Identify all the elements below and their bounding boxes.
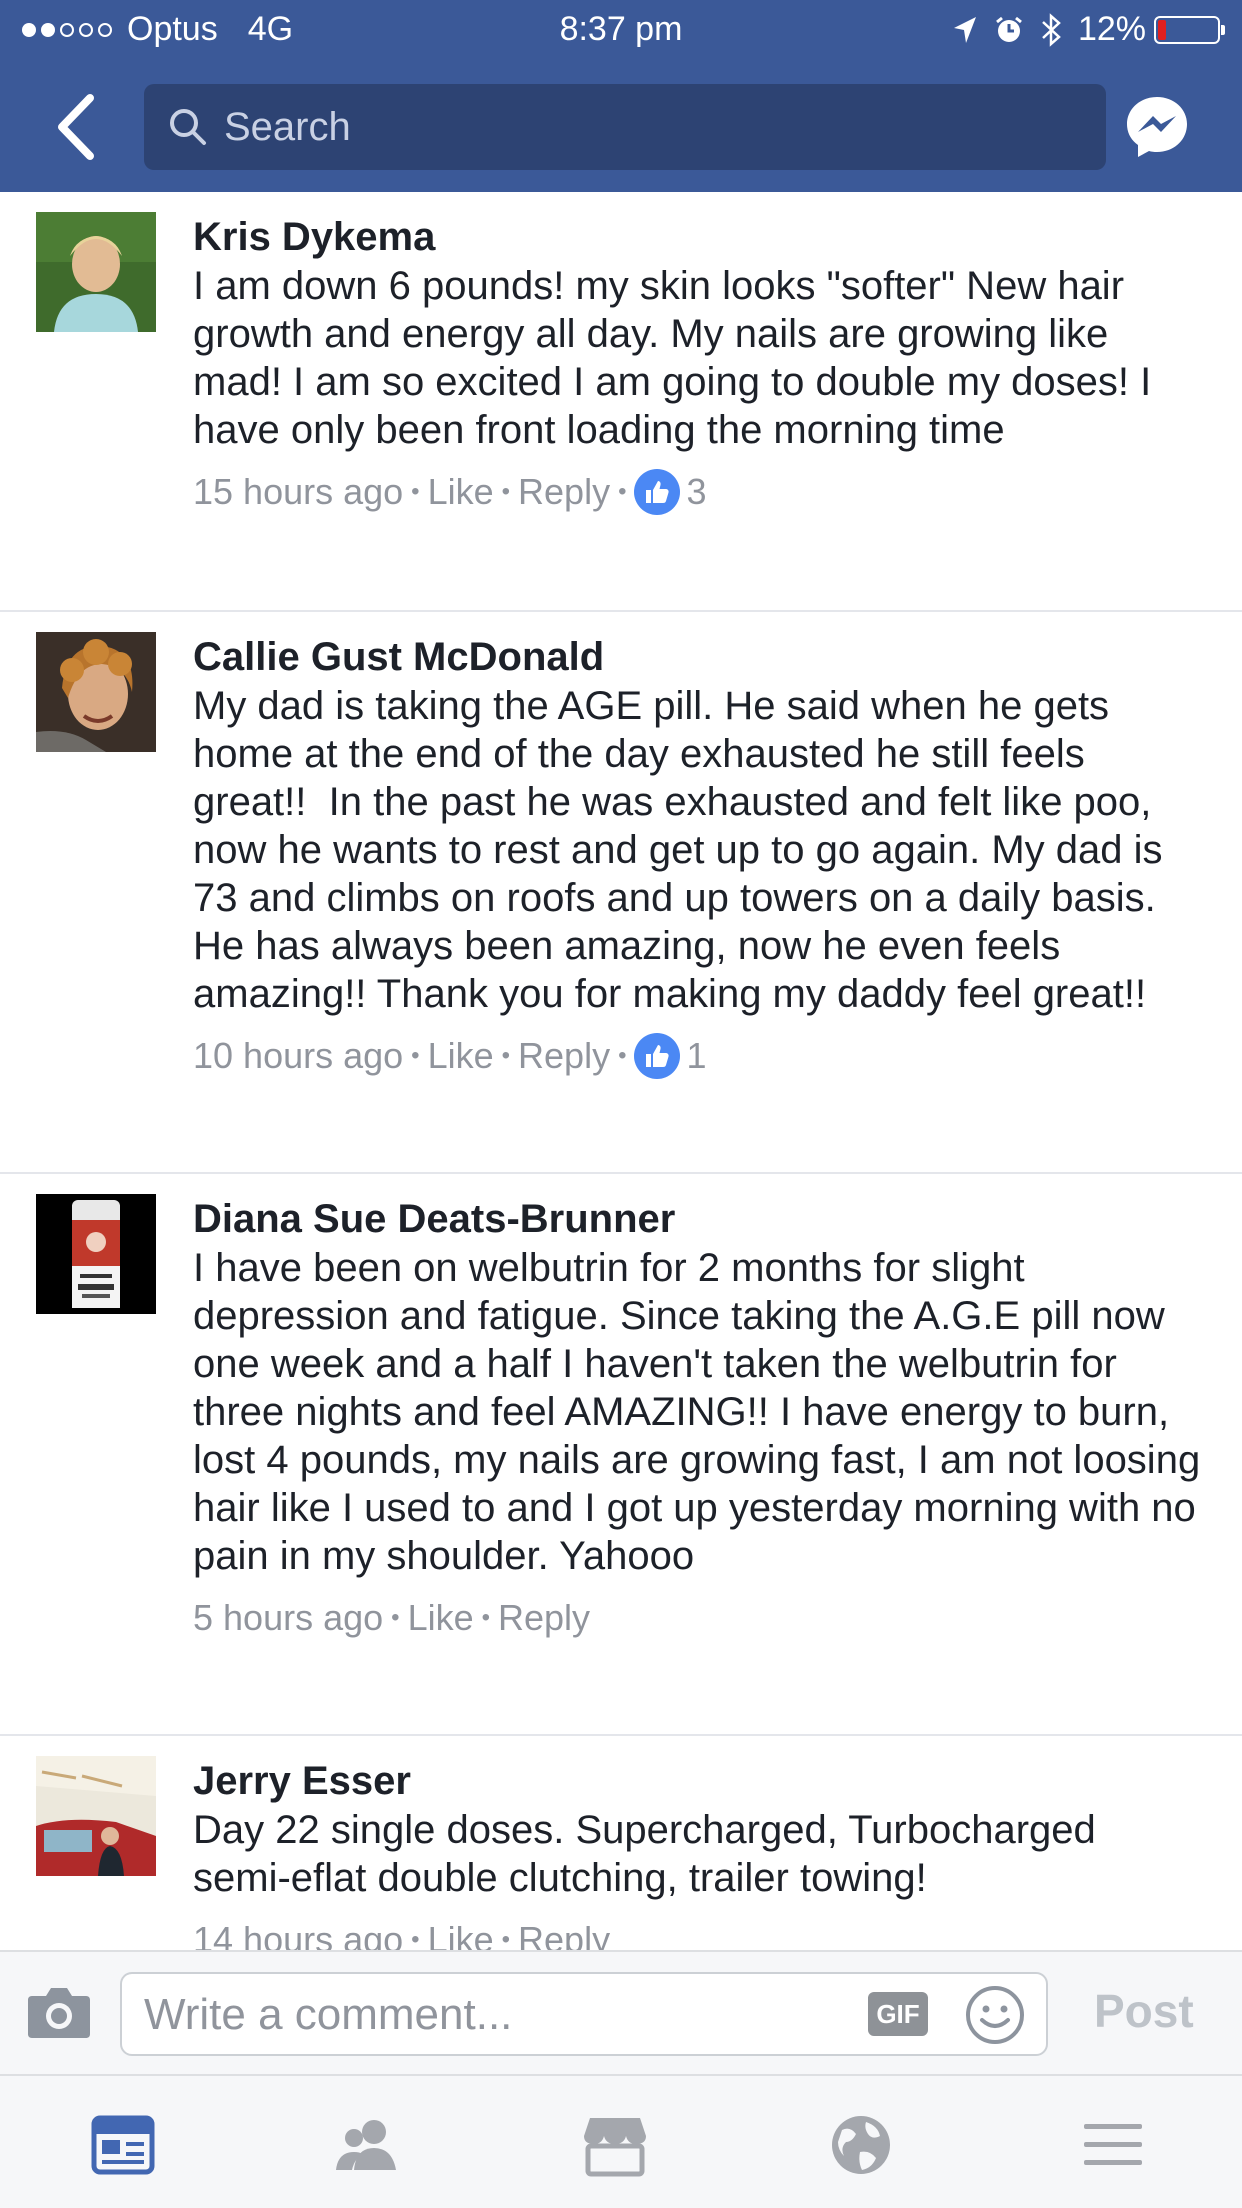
battery-percent: 12% <box>1077 10 1146 48</box>
like-link[interactable]: Like <box>408 1594 474 1642</box>
comment-text: I am down 6 pounds! my skin looks "softe… <box>193 264 1163 452</box>
search-icon <box>170 109 206 145</box>
comment-timestamp: 10 hours ago <box>193 1035 404 1076</box>
tab-bar <box>0 2074 1242 2208</box>
comment-item: Kris Dykema I am down 6 pounds! my skin … <box>0 192 1242 612</box>
comment-item: Jerry Esser Day 22 single doses. Superch… <box>0 1736 1242 1950</box>
like-link[interactable]: Like <box>428 468 494 516</box>
comment-timestamp: 5 hours ago <box>193 1597 384 1638</box>
comment-meta: 15 hours ago • Like • Reply • 3 <box>193 468 1202 516</box>
messenger-icon[interactable] <box>1124 94 1190 160</box>
comment-text: I have been on welbutrin for 2 months fo… <box>193 1246 1212 1578</box>
comment-meta: 14 hours ago • Like • Reply <box>193 1916 1202 1950</box>
reply-link[interactable]: Reply <box>518 468 610 516</box>
avatar[interactable] <box>36 212 156 332</box>
battery-icon <box>1154 15 1225 44</box>
comment-item: Callie Gust McDonald My dad is taking th… <box>0 612 1242 1174</box>
camera-icon[interactable] <box>26 1982 92 2042</box>
marketplace-icon[interactable] <box>580 2112 650 2178</box>
avatar[interactable] <box>36 1756 156 1876</box>
app-header: Optus 4G 8:37 pm 12% Search <box>0 0 1242 192</box>
commenter-name[interactable]: Diana Sue Deats-Brunner <box>193 1194 1202 1244</box>
notifications-globe-icon[interactable] <box>826 2112 896 2178</box>
commenter-name[interactable]: Kris Dykema <box>193 212 1202 262</box>
like-link[interactable]: Like <box>428 1032 494 1080</box>
reply-link[interactable]: Reply <box>498 1594 590 1642</box>
comment-composer: Write a comment... GIF Post <box>0 1950 1242 2076</box>
smiley-icon[interactable] <box>964 1984 1026 2046</box>
comment-item: Diana Sue Deats-Brunner I have been on w… <box>0 1174 1242 1736</box>
search-placeholder: Search <box>224 104 351 149</box>
thumbs-up-icon[interactable] <box>634 469 681 515</box>
comment-timestamp: 14 hours ago <box>193 1919 404 1950</box>
commenter-name[interactable]: Callie Gust McDonald <box>193 632 1202 682</box>
avatar[interactable] <box>36 632 156 752</box>
friends-icon[interactable] <box>332 2112 402 2178</box>
bluetooth-icon <box>1042 12 1061 47</box>
back-chevron-icon[interactable] <box>52 92 102 162</box>
comment-meta: 5 hours ago • Like • Reply <box>193 1594 1202 1642</box>
gif-button[interactable]: GIF <box>868 1992 928 2036</box>
news-feed-icon[interactable] <box>88 2112 158 2178</box>
reply-link[interactable]: Reply <box>518 1032 610 1080</box>
comment-text: Day 22 single doses. Supercharged, Turbo… <box>193 1808 1107 1900</box>
like-count: 3 <box>686 471 707 512</box>
comment-timestamp: 15 hours ago <box>193 471 404 512</box>
like-count: 1 <box>686 1035 707 1076</box>
post-button[interactable]: Post <box>1094 1984 1194 2038</box>
alarm-icon <box>996 16 1022 42</box>
nav-bar: Search <box>0 62 1242 192</box>
location-arrow-icon <box>953 16 976 43</box>
comment-input-placeholder: Write a comment... <box>144 1990 513 2039</box>
like-link[interactable]: Like <box>428 1916 494 1950</box>
avatar[interactable] <box>36 1194 156 1314</box>
comment-text: My dad is taking the AGE pill. He said w… <box>193 684 1179 1016</box>
menu-icon[interactable] <box>1078 2112 1148 2178</box>
status-bar: Optus 4G 8:37 pm 12% <box>0 0 1242 62</box>
search-input[interactable]: Search <box>144 84 1106 170</box>
comment-input[interactable]: Write a comment... GIF <box>120 1972 1048 2056</box>
comment-meta: 10 hours ago • Like • Reply • 1 <box>193 1032 1202 1080</box>
comment-list: Kris Dykema I am down 6 pounds! my skin … <box>0 192 1242 1950</box>
commenter-name[interactable]: Jerry Esser <box>193 1756 1202 1806</box>
thumbs-up-icon[interactable] <box>634 1033 681 1079</box>
reply-link[interactable]: Reply <box>518 1916 610 1950</box>
